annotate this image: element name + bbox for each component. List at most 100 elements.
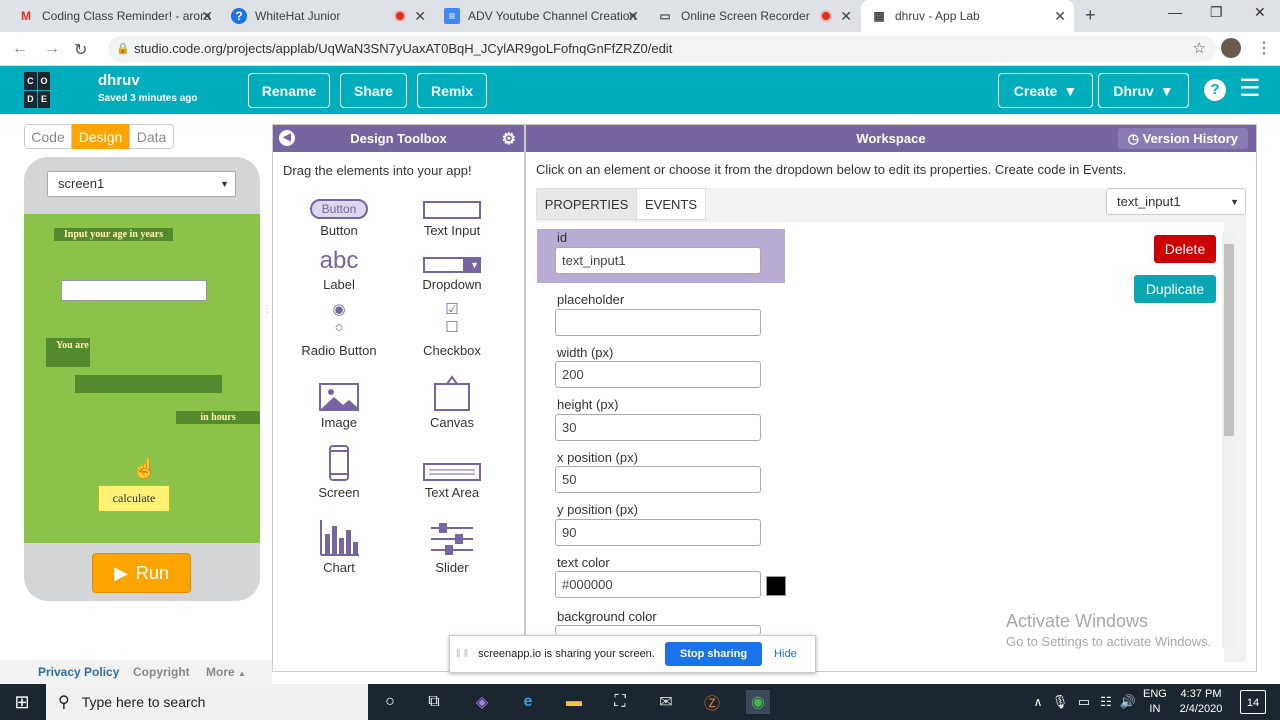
tab-events[interactable]: EVENTS [636,188,706,220]
id-input[interactable]: text_input1 [555,247,761,274]
folder-icon[interactable]: ▬ [562,690,586,714]
tab-recorder[interactable]: ▭ Online Screen Recorder ✕ [647,0,860,32]
toolbox-text-area[interactable]: Text Area [402,445,502,500]
height-input[interactable]: 30 [555,414,761,441]
app-calculate-button[interactable]: calculate [98,485,170,512]
cortana-icon[interactable]: ○ [378,690,402,714]
back-icon[interactable]: ← [12,40,28,58]
more-link[interactable]: More ▲ [206,660,246,686]
volume-icon[interactable]: 🔊 [1116,690,1140,714]
clock[interactable]: 4:37 PM 2/4/2020 [1176,687,1226,717]
chrome-icon[interactable]: ◉ [746,690,770,714]
close-icon[interactable]: ✕ [840,8,852,25]
toolbox-screen[interactable]: Screen [289,445,389,500]
url-field[interactable]: 🔒 studio.code.org/projects/applab/UqWaN3… [108,36,1216,62]
rename-button[interactable]: Rename [248,73,330,108]
star-icon[interactable]: ☆ [1193,36,1206,62]
help-icon[interactable]: ? [1204,79,1226,101]
privacy-link[interactable]: Privacy Policy [38,660,119,684]
resize-handle-icon[interactable]: ⋮ [262,305,272,315]
minimize-icon[interactable]: — [1168,4,1182,20]
text-color-input[interactable]: #000000 [555,571,761,598]
remix-button[interactable]: Remix [417,73,487,108]
version-history-button[interactable]: ◷ Version History [1117,128,1248,149]
mail-icon[interactable]: ✉ [654,690,678,714]
run-button[interactable]: ▶ Run [92,553,191,593]
placeholder-input[interactable] [555,309,761,336]
language-indicator[interactable]: ENG IN [1143,687,1167,717]
reload-icon[interactable]: ↻ [74,40,87,60]
create-button[interactable]: Create ▼ [998,73,1093,108]
tab-docs[interactable]: ≡ ADV Youtube Channel Creation ✕ [434,0,647,32]
scrollbar[interactable] [1222,232,1236,648]
text-color-swatch[interactable] [766,576,786,596]
code-mode-button[interactable]: Code [24,124,72,149]
delete-button[interactable]: Delete [1154,235,1216,263]
close-icon[interactable]: ✕ [627,8,639,25]
toolbox-checkbox[interactable]: ☑ ☐ Checkbox [402,299,502,358]
new-tab-icon[interactable]: + [1085,5,1096,26]
task-view-icon[interactable]: ⧉ [422,690,446,714]
design-mode-button[interactable]: Design [72,124,129,149]
notification-icon[interactable]: 14 [1240,690,1266,714]
close-icon[interactable]: ✕ [414,8,426,25]
edge-icon[interactable]: e [516,690,540,714]
chevron-up-icon[interactable]: ∧ [1026,690,1050,714]
tab-whitehat[interactable]: ? WhiteHat Junior ✕ [221,0,434,32]
background-color-input[interactable] [555,625,761,635]
screen-dropdown[interactable]: screen1 ▼ [47,171,236,197]
scrollbar-thumb[interactable] [1224,244,1234,436]
windows-start-icon[interactable]: ⊞ [10,690,34,714]
gear-icon[interactable]: ⚙ [502,129,516,149]
drag-handle-icon[interactable]: ‖ ‖ [456,648,468,660]
close-icon[interactable]: ✕ [201,8,213,25]
app-in-hours-label[interactable]: in hours [176,411,260,424]
app-you-are-label[interactable]: You are [46,338,90,367]
close-icon[interactable]: ✕ [1054,8,1066,25]
toolbox-button[interactable]: Button Button [289,183,389,238]
store-icon[interactable]: ⛶ [608,690,632,714]
docs-icon: ≡ [444,8,460,24]
element-dropdown[interactable]: text_input1 ▼ [1106,188,1246,215]
menu-icon[interactable]: ⋮ [1256,38,1272,58]
window-close-icon[interactable]: ✕ [1254,4,1266,21]
app-z-icon[interactable]: Ⓩ [700,690,724,714]
maximize-icon[interactable]: ❐ [1210,4,1223,21]
tab-properties[interactable]: PROPERTIES [536,188,637,220]
toolbox-image[interactable]: Image [289,375,389,430]
toolbox-label[interactable]: abc Label [289,237,389,293]
hide-button[interactable]: Hide [774,648,797,660]
code-logo[interactable]: C O D E [24,72,64,108]
visual-studio-icon[interactable]: ◈ [470,690,494,714]
stop-sharing-button[interactable]: Stop sharing [664,642,763,666]
app-age-input[interactable] [61,280,207,301]
share-button[interactable]: Share [340,73,407,108]
toolbox-text-input[interactable]: Text Input [402,183,502,238]
app-result-label[interactable] [75,375,222,393]
toolbox-canvas[interactable]: Canvas [402,375,502,430]
duplicate-button[interactable]: Duplicate [1134,275,1216,303]
battery-icon[interactable]: ▭ [1072,690,1096,714]
data-mode-button[interactable]: Data [129,124,174,149]
toolbox-slider[interactable]: Slider [402,520,502,575]
copyright-link[interactable]: Copyright [133,660,190,684]
network-icon[interactable]: ☷ [1094,690,1118,714]
mic-icon[interactable]: 🎙 [1048,690,1072,714]
taskbar-search[interactable]: ⚲ Type here to search [46,684,368,720]
width-input[interactable]: 200 [555,361,761,388]
app-age-label[interactable]: Input your age in years [54,228,173,241]
tab-applab[interactable]: ▦ dhruv - App Lab ✕ [861,0,1074,32]
collapse-icon[interactable]: ◀ [279,130,295,146]
tab-gmail[interactable]: M Coding Class Reminder! - arora ✕ [8,0,221,32]
app-screen[interactable]: Input your age in years You are in hours… [24,214,260,543]
avatar[interactable] [1221,38,1241,58]
hamburger-icon[interactable]: ☰ [1239,75,1261,103]
y-position-input[interactable]: 90 [555,519,761,546]
forward-icon[interactable]: → [44,40,60,58]
text-input-icon [423,201,481,219]
toolbox-chart[interactable]: Chart [289,520,389,575]
toolbox-radio-button[interactable]: ◉ ○ Radio Button [289,299,389,358]
x-position-input[interactable]: 50 [555,466,761,493]
toolbox-dropdown[interactable]: ▼ Dropdown [402,237,502,292]
user-menu-button[interactable]: Dhruv ▼ [1098,73,1189,108]
